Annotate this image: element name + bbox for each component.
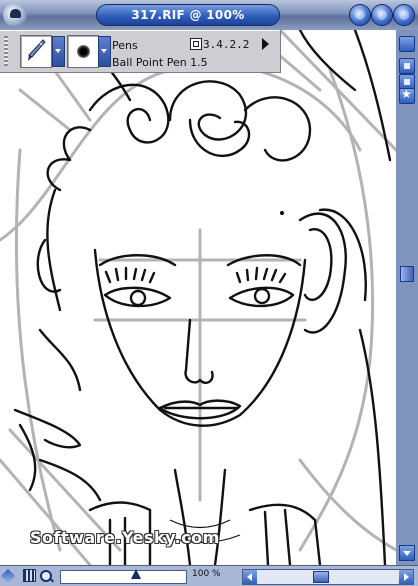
horizontal-scroll-thumb[interactable] — [313, 571, 329, 583]
brush-category-selector[interactable] — [20, 35, 52, 68]
drawing-mode-icon[interactable] — [0, 568, 16, 584]
grid-icon[interactable] — [23, 569, 36, 582]
pen-brush-icon — [28, 39, 46, 61]
title-bar[interactable]: 317.RIF @ 100% — [0, 0, 418, 30]
layer-icon[interactable] — [190, 38, 202, 50]
drag-grip-icon[interactable] — [4, 36, 8, 66]
toggle-icon-a[interactable] — [399, 58, 415, 74]
star-icon[interactable] — [399, 87, 415, 104]
status-bar: 100 % — [0, 565, 418, 586]
brush-variant-label: Ball Point Pen 1.5 — [112, 56, 208, 69]
minimize-icon[interactable] — [350, 5, 370, 25]
brush-category-label: Pens — [112, 39, 138, 52]
horizontal-scrollbar[interactable] — [242, 569, 414, 585]
zoom-slider[interactable] — [60, 569, 187, 584]
scroll-down-icon[interactable] — [399, 545, 415, 561]
vertical-scrollbar[interactable] — [396, 30, 418, 565]
painter-document-window: Software.Yesky.com 317.RIF @ 100% Pens B… — [0, 0, 418, 586]
version-label: 3.4.2.2 — [203, 38, 250, 51]
window-title: 317.RIF @ 100% — [96, 4, 280, 26]
scroll-left-icon[interactable] — [243, 570, 257, 584]
dab-variant-icon — [77, 45, 90, 58]
scroll-right-icon[interactable] — [399, 570, 413, 584]
drawing-canvas[interactable]: Software.Yesky.com — [0, 30, 396, 565]
brush-category-dropdown[interactable] — [52, 36, 65, 67]
sketch-artwork — [0, 30, 396, 565]
menu-arrow-icon[interactable] — [262, 38, 269, 50]
magnifier-icon[interactable] — [39, 569, 53, 583]
zoom-slider-thumb[interactable] — [131, 569, 141, 579]
close-icon[interactable] — [394, 5, 414, 25]
vertical-scroll-thumb[interactable] — [400, 266, 414, 282]
scroll-up-icon[interactable] — [399, 36, 415, 52]
app-badge-icon[interactable] — [3, 3, 27, 27]
brush-variant-selector[interactable] — [67, 35, 99, 68]
brush-variant-dropdown[interactable] — [98, 36, 111, 67]
brush-property-bar: Pens Ball Point Pen 1.5 3.4.2.2 — [0, 30, 281, 73]
watermark-text: Software.Yesky.com — [30, 528, 220, 547]
maximize-icon[interactable] — [372, 5, 392, 25]
zoom-value: 100 % — [192, 569, 221, 579]
